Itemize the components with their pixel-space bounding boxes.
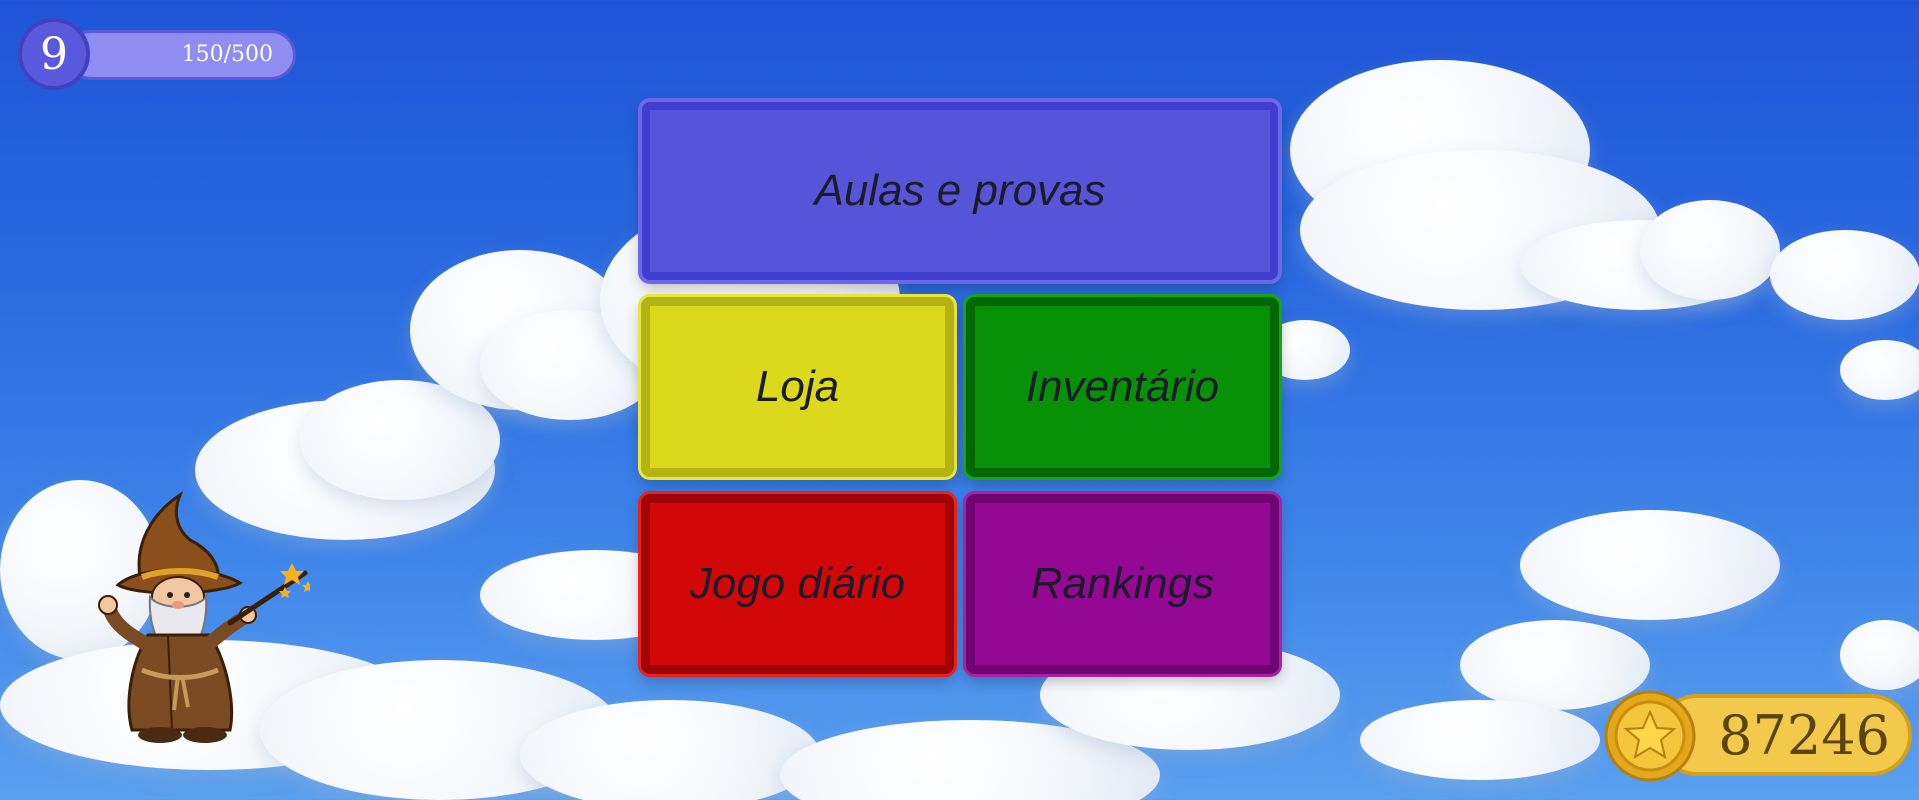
wizard-mascot-icon: [98, 491, 310, 743]
jogo-diario-button[interactable]: Jogo diário: [638, 491, 957, 677]
star-coin-icon: [1604, 690, 1696, 782]
level-number-badge: 9: [18, 18, 90, 90]
aulas-e-provas-button[interactable]: Aulas e provas: [638, 98, 1282, 284]
xp-progress-text: 150/500: [181, 42, 273, 67]
coin-counter: 87246: [1604, 690, 1914, 782]
loja-button[interactable]: Loja: [638, 294, 957, 480]
cloud: [520, 700, 820, 800]
level-indicator: 150/500 9: [18, 18, 296, 90]
cloud: [1840, 340, 1919, 400]
inventario-button[interactable]: Inventário: [963, 294, 1282, 480]
cloud: [1640, 200, 1780, 300]
cloud: [1360, 700, 1600, 780]
cloud: [1520, 510, 1780, 620]
xp-progress-bar: 150/500: [66, 30, 296, 80]
cloud: [1770, 230, 1919, 320]
cloud: [1840, 620, 1919, 690]
rankings-button[interactable]: Rankings: [963, 491, 1282, 677]
coin-value: 87246: [1718, 704, 1890, 767]
